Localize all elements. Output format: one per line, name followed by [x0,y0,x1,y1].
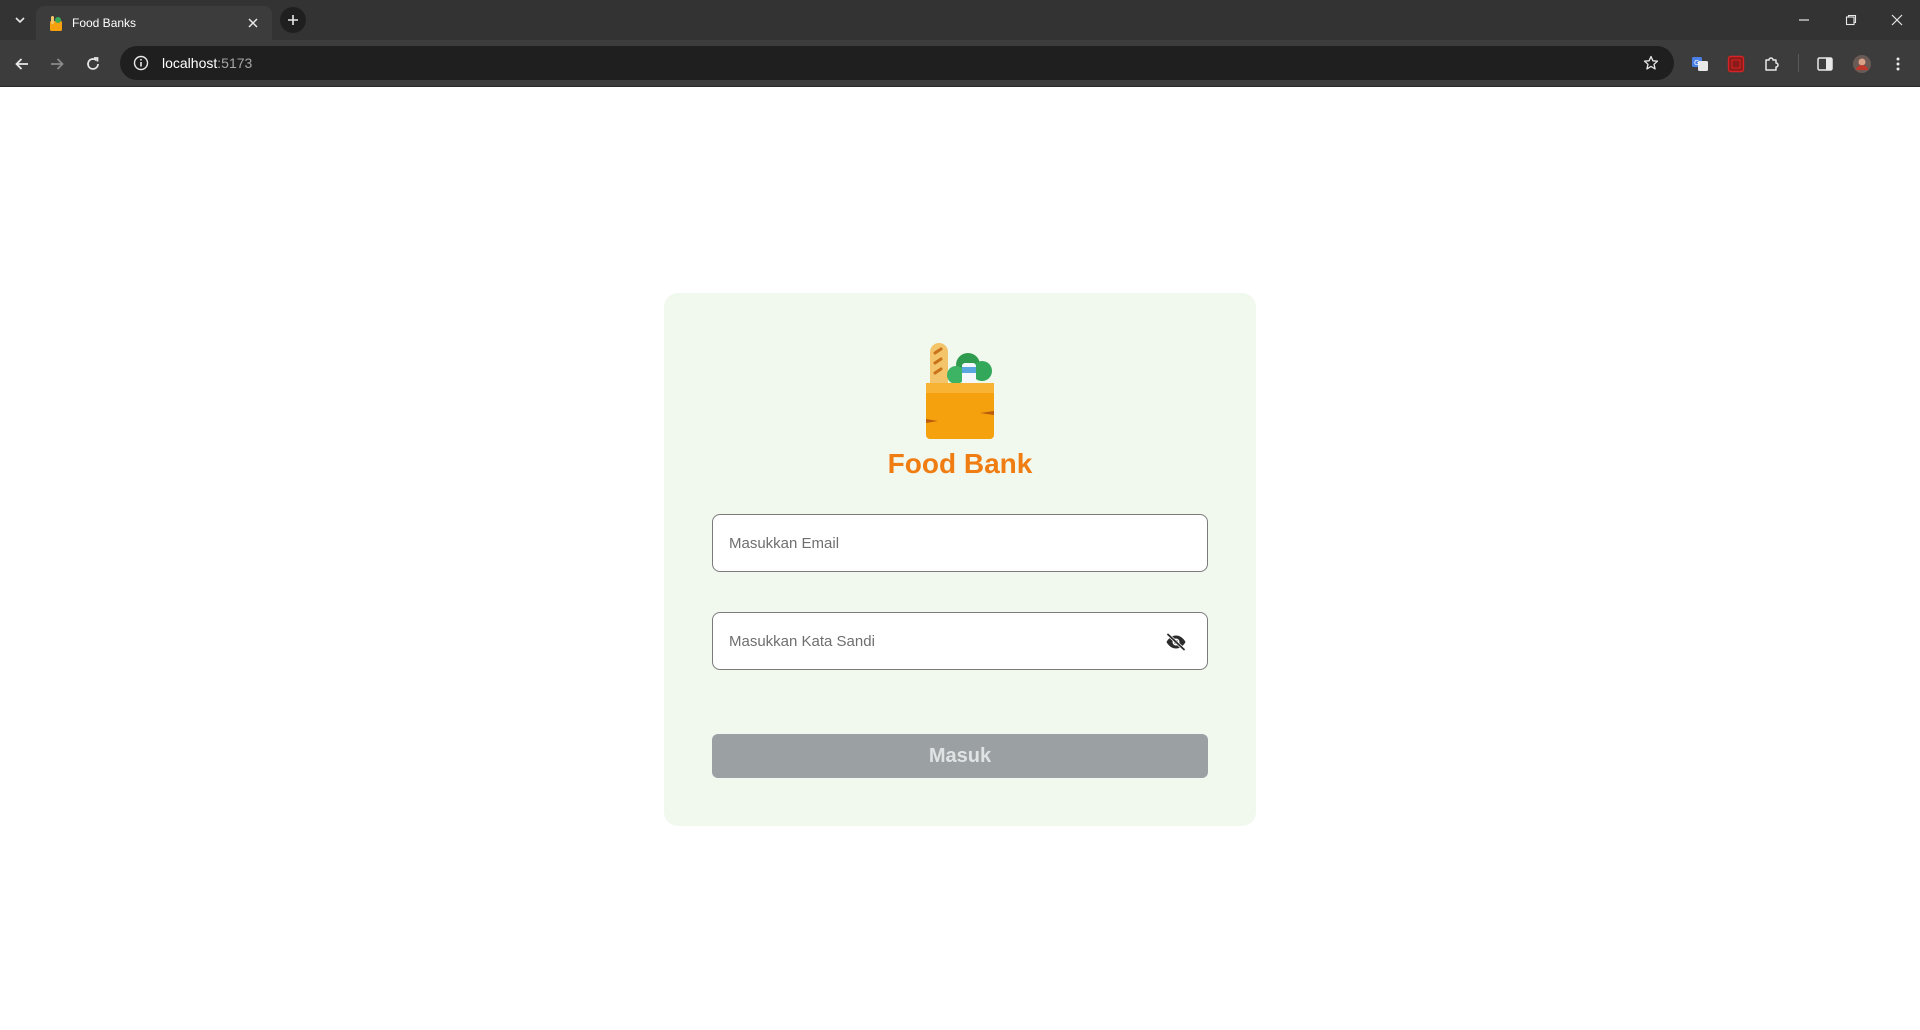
chevron-down-icon[interactable] [8,8,32,32]
password-field [712,612,1208,670]
grocery-bag-icon [922,341,998,441]
password-input[interactable] [713,613,1207,669]
red-square-icon[interactable] [1723,51,1749,77]
avatar-icon[interactable] [1849,51,1875,77]
toolbar-divider [1798,54,1799,72]
login-submit-button[interactable]: Masuk [712,734,1208,778]
kebab-menu-icon[interactable] [1885,51,1911,77]
translate-icon[interactable]: G [1687,51,1713,77]
arrow-right-icon [51,58,64,70]
url-port: :5173 [217,55,253,71]
arrow-left-icon [15,58,28,70]
browser-tab[interactable]: Food Banks [36,6,272,40]
url-host: localhost [162,55,218,71]
brand-title: Food Bank [887,448,1033,479]
info-icon[interactable] [132,54,150,72]
email-input[interactable] [713,515,1207,571]
reload-icon [87,57,99,70]
close-icon[interactable] [1885,8,1909,32]
close-icon[interactable] [244,14,262,32]
plus-icon [288,15,298,25]
reload-button[interactable] [80,51,106,77]
minimize-icon[interactable] [1792,8,1816,32]
restore-icon[interactable] [1839,8,1863,32]
email-field [712,514,1208,572]
svg-text:G: G [1694,59,1699,67]
new-tab-button[interactable] [280,7,306,33]
address-bar[interactable]: localhost:5173 [120,46,1674,80]
puzzle-icon[interactable] [1759,51,1785,77]
back-button[interactable] [9,51,35,77]
side-panel-icon[interactable] [1812,51,1838,77]
star-icon[interactable] [1642,54,1660,72]
login-card: Food Bank Masuk [664,293,1256,826]
forward-button[interactable] [44,51,70,77]
tab-strip: Food Banks [0,0,1920,40]
eye-off-icon[interactable] [1165,632,1187,652]
grocery-bag-icon [48,15,64,31]
tab-title: Food Banks [72,16,137,30]
browser-toolbar: localhost:5173 G [0,40,1920,87]
